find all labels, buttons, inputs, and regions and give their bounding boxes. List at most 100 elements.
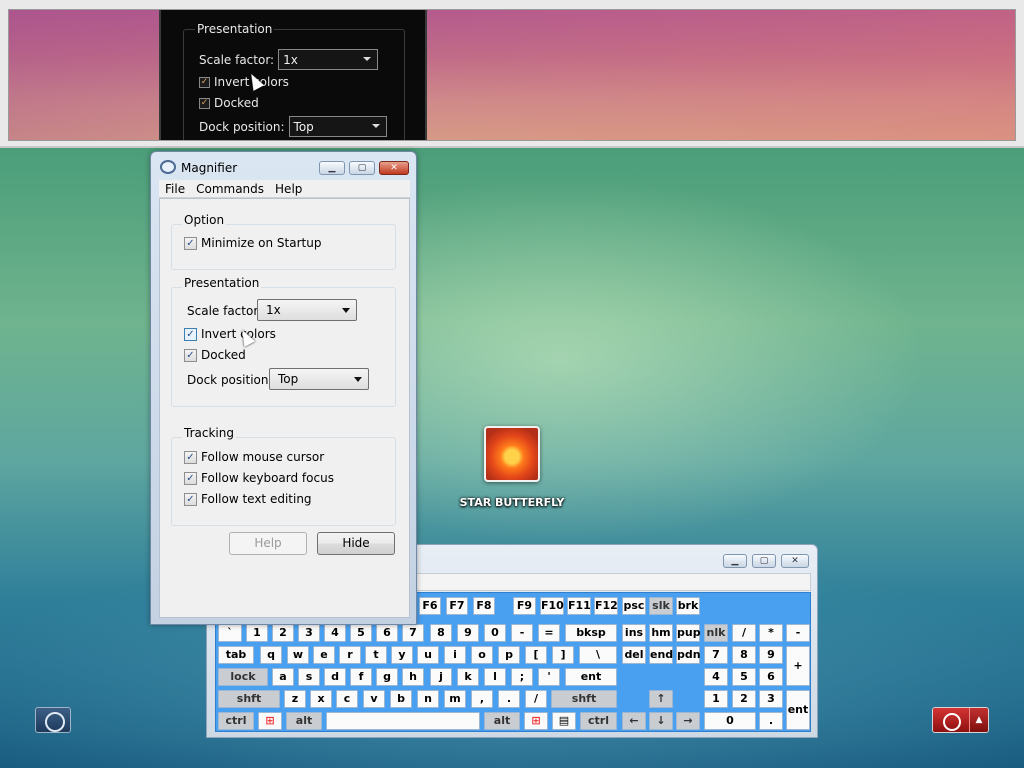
- power-options-arrow-icon[interactable]: ▲: [969, 708, 988, 732]
- power-button-group[interactable]: ▲: [932, 707, 989, 733]
- key-backslash[interactable]: \: [579, 646, 617, 664]
- key-f10[interactable]: F10: [540, 597, 564, 615]
- key-t[interactable]: t: [365, 646, 387, 664]
- key-insert[interactable]: ins: [622, 624, 646, 642]
- maximize-icon[interactable]: ▢: [752, 554, 776, 568]
- key-left-bracket[interactable]: [: [525, 646, 547, 664]
- key-arrow-up[interactable]: ↑: [649, 690, 673, 708]
- close-icon[interactable]: ✕: [379, 161, 409, 175]
- key-w[interactable]: w: [287, 646, 309, 664]
- key-page-up[interactable]: pup: [676, 624, 701, 642]
- minimize-icon[interactable]: ▁: [723, 554, 747, 568]
- menu-file[interactable]: File: [165, 180, 192, 197]
- invert-colors-checkbox[interactable]: ✓: [184, 327, 197, 341]
- key-p[interactable]: p: [498, 646, 520, 664]
- key-7[interactable]: 7: [402, 624, 424, 642]
- key-0[interactable]: 0: [484, 624, 506, 642]
- key-h[interactable]: h: [402, 668, 424, 686]
- key-psc[interactable]: psc: [622, 597, 646, 615]
- key-f7[interactable]: F7: [446, 597, 468, 615]
- key-num-3[interactable]: 3: [759, 690, 783, 708]
- key-u[interactable]: u: [417, 646, 439, 664]
- key-backspace[interactable]: bksp: [565, 624, 617, 642]
- key-home[interactable]: hm: [649, 624, 673, 642]
- key-s[interactable]: s: [298, 668, 320, 686]
- key-arrow-left[interactable]: ←: [622, 712, 646, 730]
- key-num-5[interactable]: 5: [732, 668, 756, 686]
- windows-logo-icon[interactable]: ⊞: [258, 712, 282, 730]
- key-n[interactable]: n: [417, 690, 439, 708]
- key-arrow-down[interactable]: ↓: [649, 712, 673, 730]
- close-icon[interactable]: ✕: [781, 554, 809, 568]
- desktop-icon-star-butterfly[interactable]: STAR BUTTERFLY: [456, 426, 568, 509]
- key-b[interactable]: b: [390, 690, 412, 708]
- key-num-period[interactable]: .: [759, 712, 783, 730]
- key-num-1[interactable]: 1: [704, 690, 728, 708]
- hide-button[interactable]: Hide: [317, 532, 395, 555]
- key-m[interactable]: m: [444, 690, 466, 708]
- key-8[interactable]: 8: [430, 624, 452, 642]
- key-f[interactable]: f: [350, 668, 372, 686]
- key-slk[interactable]: slk: [649, 597, 673, 615]
- key-end[interactable]: end: [649, 646, 673, 664]
- key-num-lock[interactable]: nlk: [704, 624, 728, 642]
- key-x[interactable]: x: [310, 690, 332, 708]
- key-o[interactable]: o: [471, 646, 493, 664]
- key-quote[interactable]: ': [538, 668, 560, 686]
- key-num-0[interactable]: 0: [704, 712, 756, 730]
- minimize-on-startup-checkbox[interactable]: ✓: [184, 236, 197, 250]
- key-caps-lock[interactable]: lock: [218, 668, 268, 686]
- key-f11[interactable]: F11: [567, 597, 591, 615]
- key-6[interactable]: 6: [376, 624, 398, 642]
- key-num-divide[interactable]: /: [732, 624, 756, 642]
- key-f9[interactable]: F9: [513, 597, 536, 615]
- key-k[interactable]: k: [457, 668, 479, 686]
- key-space[interactable]: [326, 712, 480, 730]
- key-equals[interactable]: =: [538, 624, 560, 642]
- key-backtick[interactable]: `: [218, 624, 242, 642]
- key-num-plus[interactable]: +: [786, 646, 810, 686]
- key-right-alt[interactable]: alt: [484, 712, 520, 730]
- key-left-ctrl[interactable]: ctrl: [218, 712, 254, 730]
- follow-mouse-checkbox[interactable]: ✓: [184, 450, 197, 464]
- key-3[interactable]: 3: [298, 624, 320, 642]
- key-f6[interactable]: F6: [419, 597, 441, 615]
- key-a[interactable]: a: [272, 668, 294, 686]
- key-num-enter[interactable]: ent: [786, 690, 810, 730]
- scale-factor-select[interactable]: 1x: [257, 299, 357, 321]
- key-semicolon[interactable]: ;: [511, 668, 533, 686]
- power-icon[interactable]: [933, 708, 969, 732]
- key-num-2[interactable]: 2: [732, 690, 756, 708]
- key-d[interactable]: d: [324, 668, 346, 686]
- key-left-shift[interactable]: shft: [218, 690, 280, 708]
- key-4[interactable]: 4: [324, 624, 346, 642]
- key-9[interactable]: 9: [457, 624, 479, 642]
- key-i[interactable]: i: [444, 646, 466, 664]
- key-num-7[interactable]: 7: [704, 646, 728, 664]
- key-num-multiply[interactable]: *: [759, 624, 783, 642]
- key-left-alt[interactable]: alt: [286, 712, 322, 730]
- key-tab[interactable]: tab: [218, 646, 254, 664]
- key-j[interactable]: j: [430, 668, 452, 686]
- menu-commands[interactable]: Commands: [196, 180, 271, 197]
- key-comma[interactable]: ,: [471, 690, 493, 708]
- key-period[interactable]: .: [498, 690, 520, 708]
- key-slash[interactable]: /: [525, 690, 547, 708]
- maximize-icon[interactable]: ▢: [349, 161, 375, 175]
- follow-text-checkbox[interactable]: ✓: [184, 492, 197, 506]
- menu-key-icon[interactable]: ▤: [552, 712, 576, 730]
- key-delete[interactable]: del: [622, 646, 646, 664]
- key-2[interactable]: 2: [272, 624, 294, 642]
- key-v[interactable]: v: [363, 690, 385, 708]
- follow-keyboard-checkbox[interactable]: ✓: [184, 471, 197, 485]
- ease-of-access-button[interactable]: [35, 707, 71, 733]
- key-c[interactable]: c: [336, 690, 358, 708]
- key-num-8[interactable]: 8: [732, 646, 756, 664]
- key-right-ctrl[interactable]: ctrl: [580, 712, 617, 730]
- key-right-shift[interactable]: shft: [551, 690, 617, 708]
- key-num-6[interactable]: 6: [759, 668, 783, 686]
- key-num-minus[interactable]: -: [786, 624, 810, 642]
- key-f12[interactable]: F12: [594, 597, 618, 615]
- key-e[interactable]: e: [313, 646, 335, 664]
- key-y[interactable]: y: [391, 646, 413, 664]
